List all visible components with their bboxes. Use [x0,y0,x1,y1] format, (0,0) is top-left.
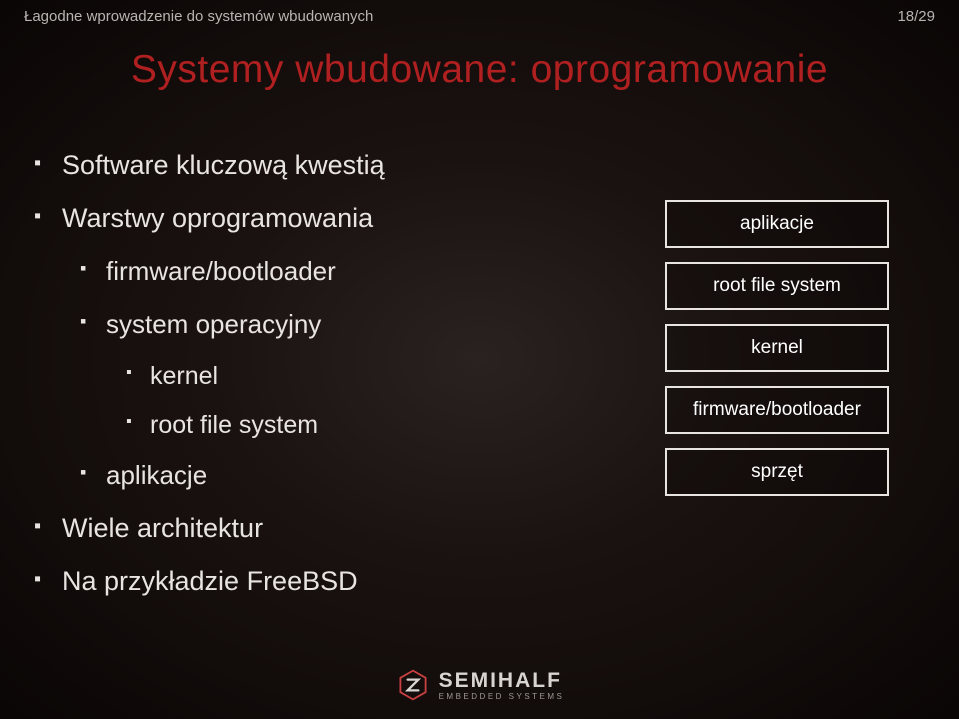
bullet-level2: system operacyjny [80,309,594,340]
stack-layer-kernel: kernel [665,324,889,372]
bullet-level1: Software kluczową kwestią [34,150,594,181]
bullet-level3: root file system [126,411,594,440]
bullet-content: Software kluczową kwestią Warstwy oprogr… [34,150,594,619]
brand-tagline: EMBEDDED SYSTEMS [439,693,565,701]
header-bar: Łagodne wprowadzenie do systemów wbudowa… [0,0,959,32]
bullet-level1: Warstwy oprogramowania [34,203,594,234]
bullet-level2: firmware/bootloader [80,256,594,287]
page-counter: 18/29 [897,8,935,25]
slide-title: Systemy wbudowane: oprogramowanie [0,48,959,92]
stack-layer-rootfs: root file system [665,262,889,310]
stack-layer-aplikacje: aplikacje [665,200,889,248]
stack-layer-firmware: firmware/bootloader [665,386,889,434]
bullet-level3: kernel [126,362,594,391]
footer: SEMIHALF EMBEDDED SYSTEMS [0,667,959,703]
semihalf-icon [395,667,431,703]
bullet-level1: Na przykładzie FreeBSD [34,566,594,597]
software-stack-diagram: aplikacje root file system kernel firmwa… [665,200,889,496]
brand-text: SEMIHALF EMBEDDED SYSTEMS [439,670,565,701]
brand-logo: SEMIHALF EMBEDDED SYSTEMS [395,667,565,703]
presentation-title: Łagodne wprowadzenie do systemów wbudowa… [24,8,373,25]
brand-name: SEMIHALF [439,670,565,691]
bullet-level2: aplikacje [80,460,594,491]
stack-layer-sprzet: sprzęt [665,448,889,496]
bullet-level1: Wiele architektur [34,513,594,544]
